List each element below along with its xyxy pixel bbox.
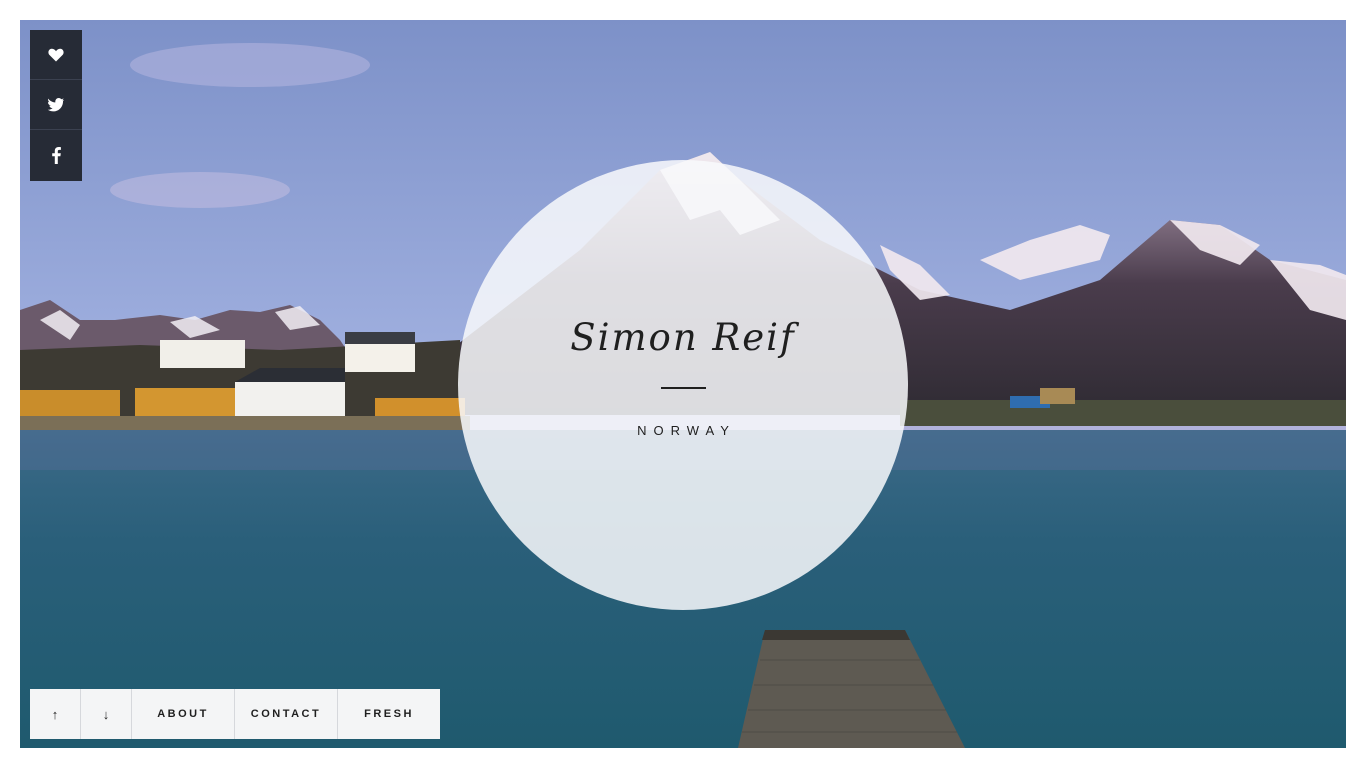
scroll-down-button[interactable]: ↓ [81,689,132,739]
nav-about[interactable]: ABOUT [132,689,235,739]
twitter-icon [48,97,64,111]
scroll-up-button[interactable]: ↑ [30,689,81,739]
nav-contact[interactable]: CONTACT [235,689,338,739]
facebook-icon [51,147,61,164]
twitter-button[interactable] [30,80,82,130]
page-title: Simon Reif [570,316,796,359]
like-button[interactable] [30,30,82,80]
title-divider [660,387,706,389]
location-label: NORWAY [637,423,736,438]
social-bar [30,30,82,181]
hero-frame: Simon Reif NORWAY ↑ ↓ ABOUT CONTACT FRES… [20,20,1346,748]
nav-fresh[interactable]: FRESH [338,689,440,739]
heart-icon [48,48,64,61]
title-badge: Simon Reif NORWAY [458,160,908,610]
facebook-button[interactable] [30,130,82,181]
bottom-nav: ↑ ↓ ABOUT CONTACT FRESH [30,689,440,739]
